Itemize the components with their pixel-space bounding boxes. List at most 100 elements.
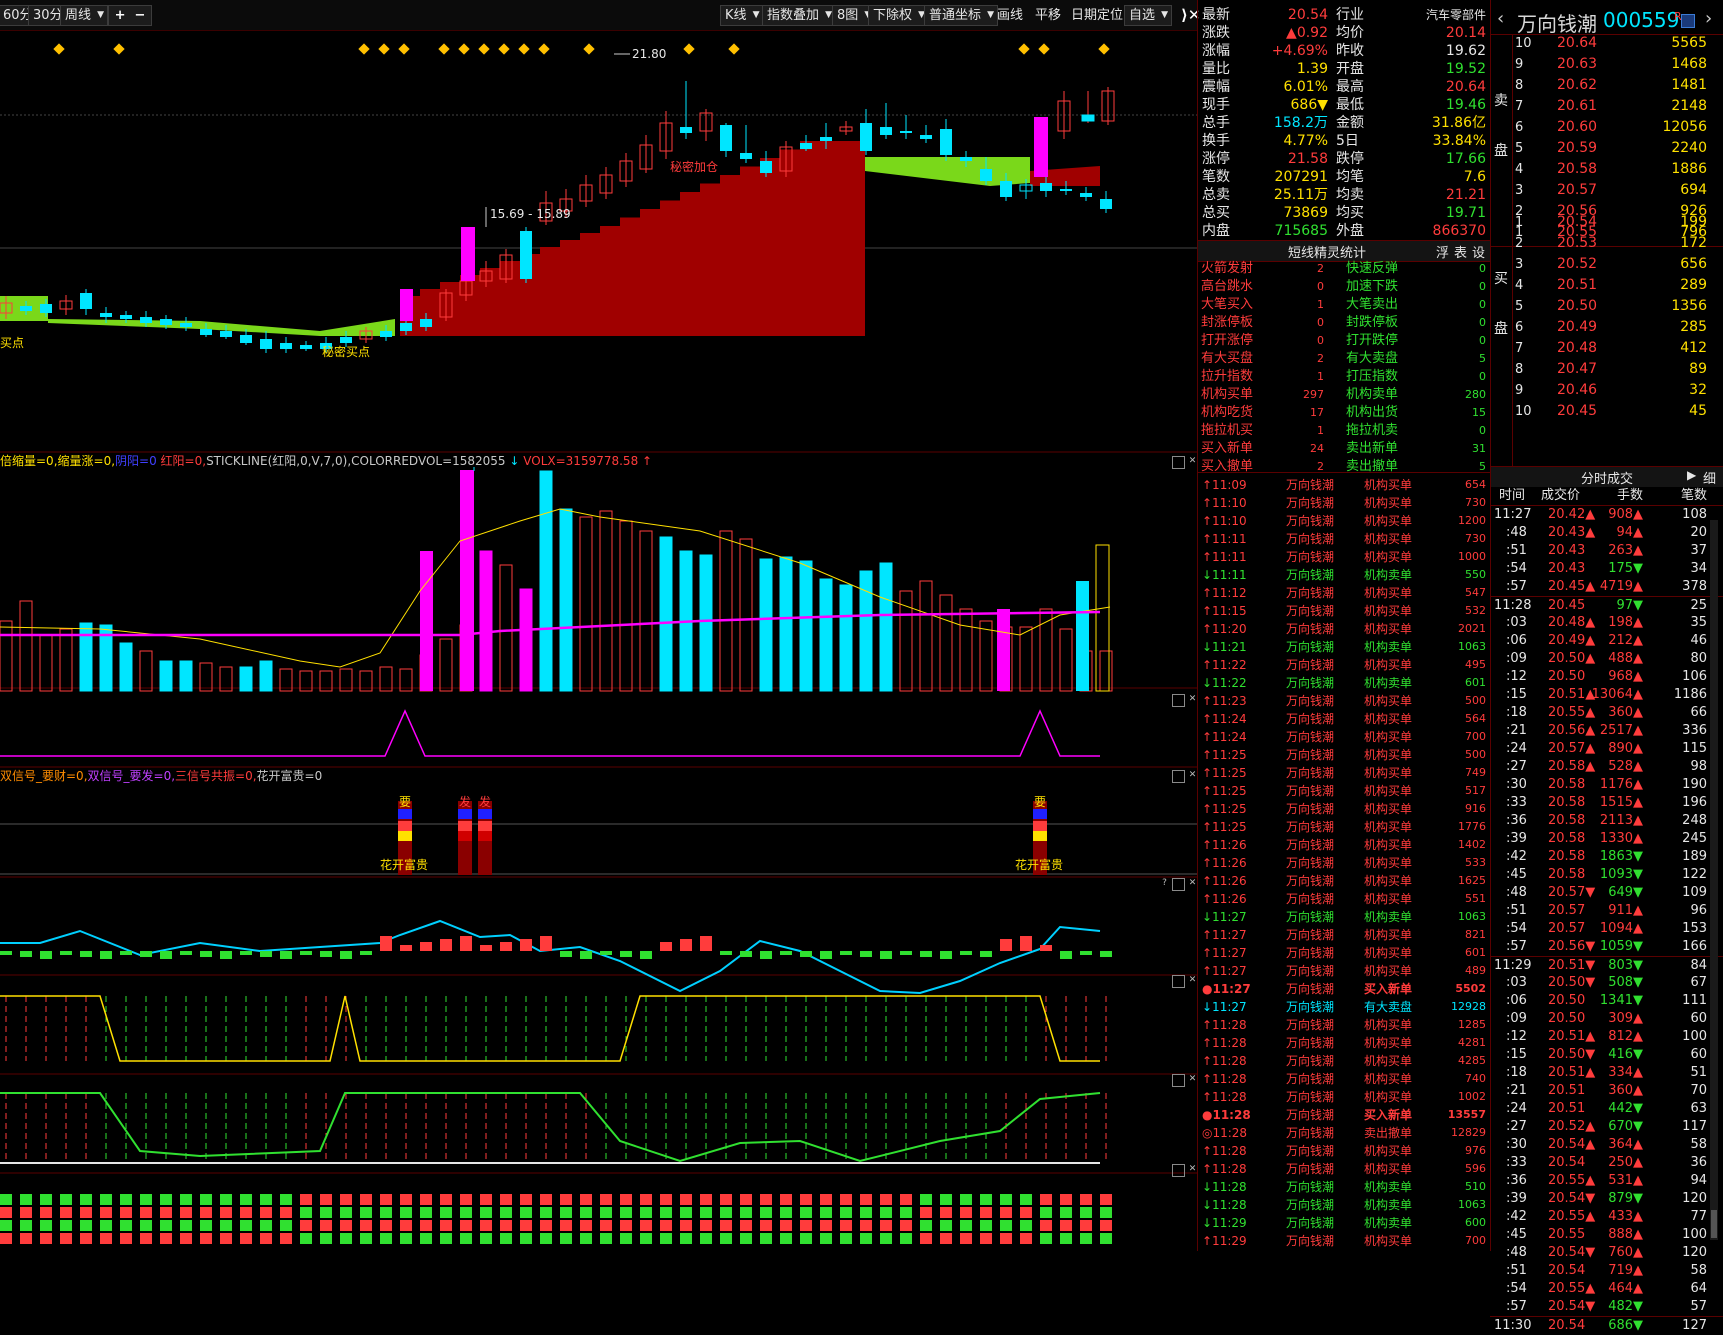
- tape-row[interactable]: ↑11:25 万向钱潮 机构买单 500: [1200, 746, 1488, 764]
- bid-row[interactable]: 6 20.49 285: [1513, 317, 1723, 338]
- tape-row[interactable]: ↑11:28 万向钱潮 机构买单 976: [1200, 1142, 1488, 1160]
- tape-row[interactable]: ↑11:28 万向钱潮 机构买单 1285: [1200, 1016, 1488, 1034]
- stats-row[interactable]: 机构买单 297 机构卖单 280: [1200, 386, 1488, 404]
- stock-chart-area[interactable]: 21.80 15.69 - 15.89 秘密买点 秘密加仓买点要 发发 要花开富贵 花开富贵: [0, 31, 1198, 1251]
- tape-row[interactable]: ↑11:10 万向钱潮 机构买单 1200: [1200, 512, 1488, 530]
- ask-row[interactable]: 8 20.62 1481: [1513, 75, 1723, 96]
- stats-row[interactable]: 买入撤单 2 卖出撤单 5: [1200, 458, 1488, 476]
- bid-row[interactable]: 1 20.54 199: [1513, 212, 1723, 233]
- tape-row[interactable]: ↑11:24 万向钱潮 机构买单 700: [1200, 728, 1488, 746]
- stats-table-tab[interactable]: 表: [1454, 242, 1467, 261]
- index-overlay-dropdown[interactable]: 指数叠加 ▼: [762, 5, 837, 26]
- tape-row[interactable]: ↑11:27 万向钱潮 机构买单 489: [1200, 962, 1488, 980]
- maximize-icon[interactable]: [1172, 1074, 1185, 1087]
- tape-row[interactable]: ↑11:24 万向钱潮 机构买单 564: [1200, 710, 1488, 728]
- play-icon[interactable]: ▶: [1687, 468, 1696, 482]
- tape-row[interactable]: ◎11:28 万向钱潮 卖出撤单 12829: [1200, 1124, 1488, 1142]
- tape-row[interactable]: ↑11:11 万向钱潮 机构买单 730: [1200, 530, 1488, 548]
- trades-detail-button[interactable]: 细: [1703, 468, 1716, 487]
- tape-row[interactable]: ↑11:23 万向钱潮 机构买单 500: [1200, 692, 1488, 710]
- tape-row[interactable]: ↓11:27 万向钱潮 有大卖盘 12928: [1200, 998, 1488, 1016]
- exright-dropdown[interactable]: 下除权 ▼: [868, 5, 930, 26]
- tape-row[interactable]: ↑11:11 万向钱潮 机构买单 1000: [1200, 548, 1488, 566]
- tape-row[interactable]: ↑11:26 万向钱潮 机构买单 551: [1200, 890, 1488, 908]
- tape-row[interactable]: ↑11:29 万向钱潮 机构买单 700: [1200, 1232, 1488, 1250]
- ask-row[interactable]: 6 20.60 12056: [1513, 117, 1723, 138]
- tape-row[interactable]: ↑11:15 万向钱潮 机构买单 532: [1200, 602, 1488, 620]
- tape-row[interactable]: ↑11:22 万向钱潮 机构买单 495: [1200, 656, 1488, 674]
- stats-row[interactable]: 火箭发射 2 快速反弹 0: [1200, 260, 1488, 278]
- zoom-out-icon[interactable]: −: [135, 8, 146, 23]
- tape-row[interactable]: ↓11:11 万向钱潮 机构卖单 550: [1200, 566, 1488, 584]
- tape-row[interactable]: ↑11:20 万向钱潮 机构买单 2021: [1200, 620, 1488, 638]
- help-icon[interactable]: ?: [1158, 878, 1171, 891]
- next-stock-icon[interactable]: ›: [1705, 8, 1712, 29]
- stats-settings-tab[interactable]: 设: [1472, 242, 1485, 261]
- bid-row[interactable]: 4 20.51 289: [1513, 275, 1723, 296]
- tape-row[interactable]: ↓11:28 万向钱潮 机构卖单 1063: [1200, 1196, 1488, 1214]
- ask-row[interactable]: 9 20.63 1468: [1513, 54, 1723, 75]
- prev-stock-icon[interactable]: ‹: [1497, 8, 1504, 29]
- tape-row[interactable]: ↑11:28 万向钱潮 机构买单 4285: [1200, 1052, 1488, 1070]
- tape-row[interactable]: ●11:28 万向钱潮 买入新单 13557: [1200, 1106, 1488, 1124]
- stats-row[interactable]: 买入新单 24 卖出新单 31: [1200, 440, 1488, 458]
- bid-row[interactable]: 7 20.48 412: [1513, 338, 1723, 359]
- stats-float-tab[interactable]: 浮: [1436, 242, 1449, 261]
- tape-row[interactable]: ↓11:29 万向钱潮 机构卖单 600: [1200, 1214, 1488, 1232]
- tape-row[interactable]: ↑11:28 万向钱潮 机构买单 1002: [1200, 1088, 1488, 1106]
- tape-row[interactable]: ↑11:25 万向钱潮 机构买单 916: [1200, 800, 1488, 818]
- bid-row[interactable]: 10 20.45 45: [1513, 401, 1723, 422]
- kline-type-dropdown[interactable]: K线 ▼: [720, 5, 764, 26]
- maximize-icon[interactable]: [1172, 456, 1185, 469]
- period-weekly-dropdown[interactable]: 周线 ▼: [60, 5, 109, 26]
- tape-row[interactable]: ●11:27 万向钱潮 买入新单 5502: [1200, 980, 1488, 998]
- tape-row[interactable]: ↑11:25 万向钱潮 机构买单 517: [1200, 782, 1488, 800]
- tape-row[interactable]: ↑11:28 万向钱潮 机构买单 4281: [1200, 1034, 1488, 1052]
- tape-row[interactable]: ↑11:28 万向钱潮 机构买单 596: [1200, 1160, 1488, 1178]
- trades-scrollbar[interactable]: [1710, 520, 1718, 1240]
- maximize-icon[interactable]: [1172, 770, 1185, 783]
- draw-line-button[interactable]: 画线: [992, 5, 1028, 26]
- info-icon[interactable]: [1681, 14, 1695, 28]
- pan-button[interactable]: 平移: [1030, 5, 1066, 26]
- maximize-icon[interactable]: [1172, 975, 1185, 988]
- stats-row[interactable]: 机构吃货 17 机构出货 15: [1200, 404, 1488, 422]
- zoom-in-icon[interactable]: +: [115, 8, 126, 23]
- tape-row[interactable]: ↑11:27 万向钱潮 机构买单 821: [1200, 926, 1488, 944]
- tape-row[interactable]: ↓11:28 万向钱潮 机构卖单 510: [1200, 1178, 1488, 1196]
- bid-row[interactable]: 5 20.50 1356: [1513, 296, 1723, 317]
- maximize-icon[interactable]: [1172, 694, 1185, 707]
- bid-row[interactable]: 8 20.47 89: [1513, 359, 1723, 380]
- stats-row[interactable]: 有大买盘 2 有大卖盘 5: [1200, 350, 1488, 368]
- axis-dropdown[interactable]: 普通坐标 ▼: [924, 5, 999, 26]
- ask-row[interactable]: 3 20.57 694: [1513, 180, 1723, 201]
- watchlist-dropdown[interactable]: 自选 ▼: [1124, 5, 1173, 26]
- tape-row[interactable]: ↑11:26 万向钱潮 机构买单 533: [1200, 854, 1488, 872]
- stats-row[interactable]: 封涨停板 0 封跌停板 0: [1200, 314, 1488, 332]
- tape-row[interactable]: ↑11:25 万向钱潮 机构买单 1776: [1200, 818, 1488, 836]
- maximize-icon[interactable]: [1172, 878, 1185, 891]
- ask-row[interactable]: 10 20.64 5565: [1513, 33, 1723, 54]
- stats-row[interactable]: 高台跳水 0 加速下跌 0: [1200, 278, 1488, 296]
- tape-row[interactable]: ↑11:26 万向钱潮 机构买单 1625: [1200, 872, 1488, 890]
- scrollbar-thumb[interactable]: [1711, 1210, 1717, 1238]
- ask-row[interactable]: 7 20.61 2148: [1513, 96, 1723, 117]
- bid-row[interactable]: 2 20.53 172: [1513, 233, 1723, 254]
- tape-row[interactable]: ↑11:12 万向钱潮 机构买单 547: [1200, 584, 1488, 602]
- stats-row[interactable]: 拖拉机买 1 拖拉机卖 0: [1200, 422, 1488, 440]
- tape-row[interactable]: ↑11:28 万向钱潮 机构买单 740: [1200, 1070, 1488, 1088]
- tape-row[interactable]: ↑11:10 万向钱潮 机构买单 730: [1200, 494, 1488, 512]
- tape-row[interactable]: ↑11:25 万向钱潮 机构买单 749: [1200, 764, 1488, 782]
- tape-row[interactable]: ↓11:21 万向钱潮 机构卖单 1063: [1200, 638, 1488, 656]
- bid-row[interactable]: 3 20.52 656: [1513, 254, 1723, 275]
- stats-row[interactable]: 拉升指数 1 打压指数 0: [1200, 368, 1488, 386]
- ask-row[interactable]: 5 20.59 2240: [1513, 138, 1723, 159]
- chart-divider[interactable]: [1197, 0, 1198, 1251]
- ask-row[interactable]: 4 20.58 1886: [1513, 159, 1723, 180]
- tape-row[interactable]: ↓11:22 万向钱潮 机构卖单 601: [1200, 674, 1488, 692]
- tape-row[interactable]: ↑11:09 万向钱潮 机构买单 654: [1200, 476, 1488, 494]
- tape-row[interactable]: ↑11:26 万向钱潮 机构买单 1402: [1200, 836, 1488, 854]
- tape-row[interactable]: ↓11:27 万向钱潮 机构卖单 1063: [1200, 908, 1488, 926]
- stats-row[interactable]: 打开涨停 0 打开跌停 0: [1200, 332, 1488, 350]
- bid-row[interactable]: 9 20.46 32: [1513, 380, 1723, 401]
